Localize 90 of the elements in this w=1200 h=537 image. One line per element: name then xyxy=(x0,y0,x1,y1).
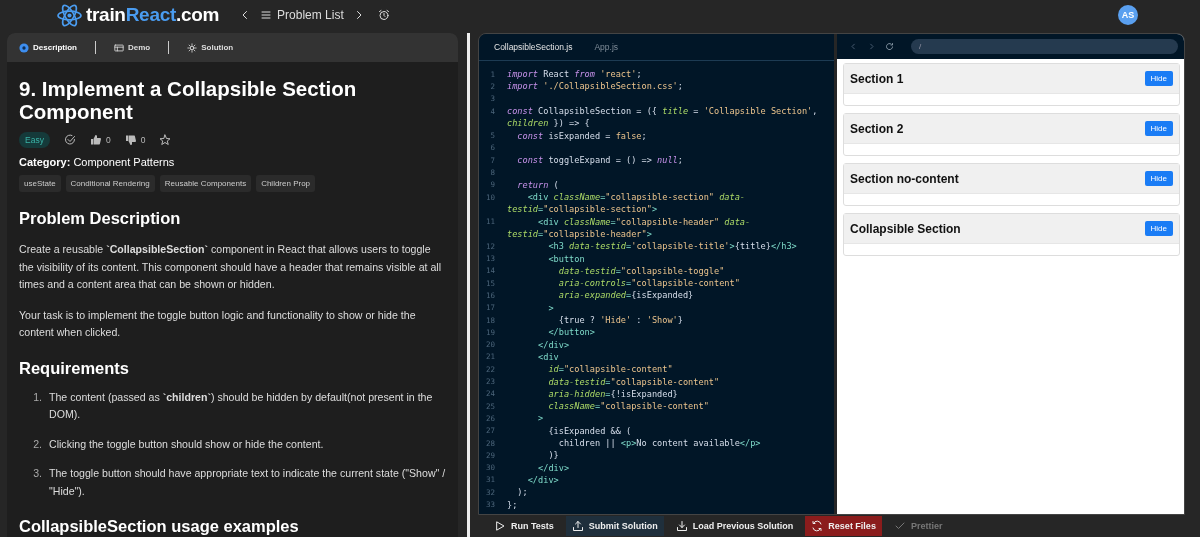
file-tab[interactable]: CollapsibleSection.js xyxy=(494,42,573,52)
difficulty-badge: Easy xyxy=(19,132,50,148)
file-tab[interactable]: App.js xyxy=(594,42,619,52)
code-line: children }) => { xyxy=(507,118,590,129)
list-number: 1. xyxy=(32,389,43,405)
code-line: import React from 'react'; xyxy=(507,69,642,80)
action-button[interactable]: Reset Files xyxy=(805,516,882,536)
code-line: className="collapsible-content" xyxy=(547,401,709,412)
section-title: Section no-content xyxy=(850,171,959,186)
action-button[interactable]: Run Tests xyxy=(488,516,560,536)
address-field[interactable]: / xyxy=(911,39,1178,54)
atom-icon xyxy=(57,2,82,28)
section-title: Section 1 xyxy=(850,71,904,86)
like-count: 0 xyxy=(105,135,111,145)
code-line: {true ? 'Hide' : 'Show'} xyxy=(557,315,683,326)
refresh-icon[interactable] xyxy=(885,42,894,51)
code-line: </div> xyxy=(537,462,570,473)
timer-button[interactable] xyxy=(377,9,390,21)
resize-handle[interactable] xyxy=(466,33,470,537)
code-line: import './CollapsibleSection.css'; xyxy=(507,81,683,92)
code-line: <div className="collapsible-section" data- xyxy=(526,192,746,203)
list-number: 3. xyxy=(32,466,43,481)
dislike-count: 0 xyxy=(140,135,146,145)
code-line: testid="collapsible-header"> xyxy=(507,229,652,239)
code-line: testid="collapsible-section"> xyxy=(507,204,658,215)
download-icon xyxy=(675,520,688,532)
code-line: aria-controls="collapsible-content" xyxy=(557,278,740,289)
code-line: </button> xyxy=(547,327,595,338)
topic-tag[interactable]: Conditional Rendering xyxy=(65,175,155,192)
topic-tag[interactable]: useState xyxy=(19,175,61,192)
code-line: data-testid="collapsible-content" xyxy=(547,376,720,387)
settings-icon xyxy=(187,42,198,53)
code-line: <div xyxy=(537,351,559,362)
list-icon xyxy=(260,9,273,21)
toggle-button[interactable]: Hide xyxy=(1144,71,1173,86)
code-line: {isExpanded && ( xyxy=(547,425,632,436)
panel-tab[interactable]: Solution xyxy=(187,42,234,53)
code-line: children || <p>No content available</p> xyxy=(557,438,761,449)
code-line: ); xyxy=(516,487,528,498)
check-icon xyxy=(893,520,906,532)
upload-icon xyxy=(571,520,584,532)
thumbs-down-icon[interactable] xyxy=(124,134,137,146)
code-line: return ( xyxy=(516,179,559,190)
action-button[interactable]: Load Previous Solution xyxy=(669,516,800,536)
code-line: const CollapsibleSection = ({ title = 'Collapsible Section', xyxy=(507,106,818,117)
topic-tag[interactable]: Reusable Components xyxy=(159,175,252,192)
code-line: <h3 data-testid='collapsible-title'>{title}</h3> xyxy=(547,241,797,252)
toggle-button[interactable]: Hide xyxy=(1144,221,1173,236)
code-line: aria-expanded={isExpanded} xyxy=(557,290,694,301)
requirement-text: Clicking the toggle button should show or hide the content. xyxy=(49,436,325,452)
problem-title: 9. Implement a Collapsible Section Component xyxy=(19,77,358,123)
code-line: aria-hidden={!isExpanded} xyxy=(547,388,678,399)
toggle-button[interactable]: Hide xyxy=(1144,171,1173,186)
description-paragraph: Create a reusable `CollapsibleSection` component in React that allows users to toggle the visibility of its content. This component should have a header that remains visible at all times and a content area that can be shown or hidden. xyxy=(19,242,443,292)
thumbs-up-icon[interactable] xyxy=(89,134,102,146)
code-line: > xyxy=(547,302,554,313)
code-line: const isExpanded = false; xyxy=(516,130,647,141)
topic-tag[interactable]: Children Prop xyxy=(256,175,316,192)
panel-tab[interactable]: Demo xyxy=(114,42,151,53)
code-line: <button xyxy=(547,253,585,264)
list-number: 2. xyxy=(32,436,43,452)
info-icon xyxy=(19,42,29,53)
code-line: </div> xyxy=(537,339,570,350)
section-heading: Requirements xyxy=(19,358,131,378)
code-line: )} xyxy=(547,450,559,461)
toggle-button[interactable]: Hide xyxy=(1144,121,1173,136)
section-title: Collapsible Section xyxy=(850,221,961,236)
panel-tab[interactable]: Description xyxy=(19,42,77,53)
window-icon xyxy=(114,42,124,53)
code-line: const toggleExpand = () => null; xyxy=(516,155,683,166)
section-heading: Problem Description xyxy=(19,209,182,228)
requirement-text: The content (passed as `children`) should be hidden by default(not present in the DOM). xyxy=(49,389,434,422)
section-title: Section 2 xyxy=(850,121,904,136)
code-line: id="collapsible-content" xyxy=(547,364,673,375)
requirement-text: The toggle button should have appropriate text to indicate the current state ("Show" / "Hide"). xyxy=(49,466,446,499)
code-line: data-testid="collapsible-toggle" xyxy=(557,265,725,276)
refresh-icon xyxy=(811,520,824,532)
code-line: > xyxy=(537,413,544,424)
play-icon xyxy=(494,520,506,532)
action-button[interactable]: Submit Solution xyxy=(565,516,664,536)
star-icon[interactable] xyxy=(159,134,172,146)
description-paragraph: Your task is to implement the toggle button logic and functionality to show or hide the content when clicked. xyxy=(19,307,417,340)
code-line: }; xyxy=(507,499,518,510)
code-line: <div className="collapsible-header" data- xyxy=(537,216,751,227)
problem-list-button[interactable]: Problem List xyxy=(260,8,344,22)
category-label: Category: Component Patterns xyxy=(19,156,176,168)
section-heading: CollapsibleSection usage examples xyxy=(19,517,300,536)
logo-text[interactable]: trainReact.com xyxy=(86,4,220,26)
code-line: </div> xyxy=(526,474,559,485)
alarm-clock-icon xyxy=(377,9,390,21)
